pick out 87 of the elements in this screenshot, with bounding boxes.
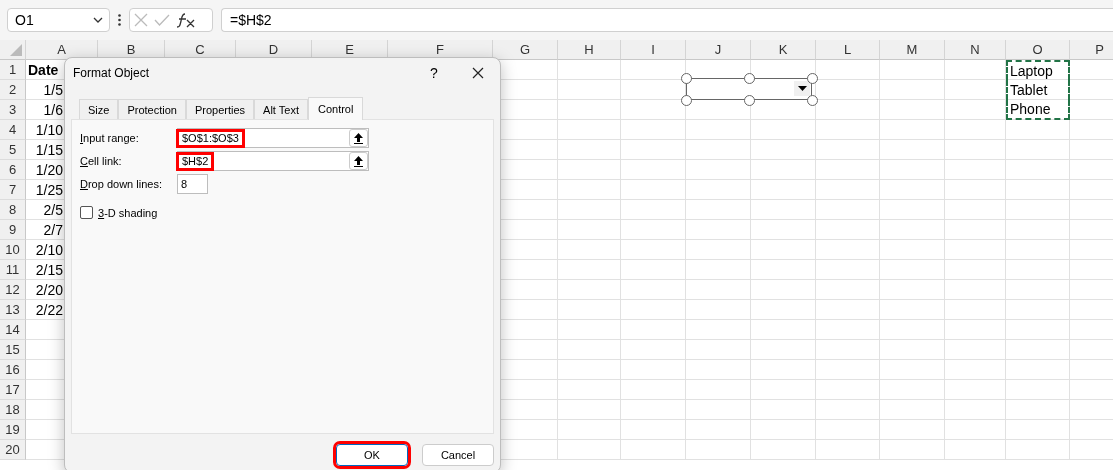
resize-handle[interactable] xyxy=(681,95,692,106)
tab[interactable]: Control xyxy=(307,97,364,120)
field-label: Cell link: xyxy=(80,155,123,167)
check-icon[interactable] xyxy=(154,14,170,26)
row-header[interactable]: 19 xyxy=(0,420,26,440)
row-header[interactable]: 9 xyxy=(0,220,26,240)
column-header[interactable]: K xyxy=(751,40,816,60)
caret-icon xyxy=(797,86,807,91)
field-label: Input range: xyxy=(80,132,140,144)
formula-bar[interactable]: =$H$2 xyxy=(221,8,1113,32)
cell-text: 2/20 xyxy=(35,282,63,298)
sheet-cell[interactable]: Tablet xyxy=(1006,80,1070,100)
row-header[interactable]: 18 xyxy=(0,400,26,420)
corner-triangle-icon xyxy=(10,44,22,56)
row-header[interactable]: 2 xyxy=(0,80,26,100)
row-header[interactable]: 16 xyxy=(0,360,26,380)
column-header[interactable]: O xyxy=(1006,40,1070,60)
row-header[interactable]: 13 xyxy=(0,300,26,320)
cell-text: 2/7 xyxy=(43,222,63,238)
row-header[interactable]: 7 xyxy=(0,180,26,200)
column-header[interactable]: P xyxy=(1070,40,1113,60)
upload-icon xyxy=(354,155,363,167)
row-header[interactable]: 10 xyxy=(0,240,26,260)
column-header[interactable]: M xyxy=(880,40,945,60)
resize-handle[interactable] xyxy=(681,73,692,84)
resize-handle[interactable] xyxy=(744,73,755,84)
column-header[interactable]: H xyxy=(558,40,621,60)
chevron-down-icon xyxy=(93,17,103,23)
row-header[interactable]: 17 xyxy=(0,380,26,400)
checkbox[interactable] xyxy=(80,206,93,219)
column-header[interactable]: E xyxy=(312,40,388,60)
cell-text: 2/15 xyxy=(35,262,63,278)
upload-icon xyxy=(354,132,363,144)
row-header[interactable]: 4 xyxy=(0,120,26,140)
row-header[interactable]: 1 xyxy=(0,60,26,80)
tab[interactable]: Size xyxy=(79,99,119,119)
column-header[interactable]: A xyxy=(26,40,98,60)
column-header[interactable]: L xyxy=(816,40,880,60)
column-header[interactable]: I xyxy=(621,40,686,60)
help-button[interactable]: ? xyxy=(412,58,456,88)
tab[interactable]: Properties xyxy=(185,99,255,119)
collapse-button[interactable] xyxy=(349,152,368,170)
cell-text: 1/25 xyxy=(35,182,63,198)
ok-button[interactable]: OK xyxy=(336,444,408,466)
field-label: Drop down lines: xyxy=(80,178,163,190)
tab[interactable]: Protection xyxy=(118,99,186,119)
collapse-button[interactable] xyxy=(349,129,368,147)
sheet-cell[interactable]: Laptop xyxy=(1006,60,1070,80)
more-icon[interactable] xyxy=(118,14,121,26)
resize-handle[interactable] xyxy=(807,73,818,84)
cell-text: 1/10 xyxy=(35,122,63,138)
resize-handle[interactable] xyxy=(807,95,818,106)
column-header[interactable]: N xyxy=(945,40,1006,60)
range-field[interactable]: $O$1:$O$3 xyxy=(177,128,369,148)
cell-text: 1/5 xyxy=(43,82,63,98)
column-header[interactable]: B xyxy=(98,40,165,60)
cell-text: 2/22 xyxy=(35,302,63,318)
sheet-cell[interactable]: Phone xyxy=(1006,100,1070,120)
row-header[interactable]: 14 xyxy=(0,320,26,340)
range-field[interactable]: $H$2 xyxy=(177,151,369,171)
column-header[interactable]: F xyxy=(388,40,493,60)
cell-text: Date xyxy=(28,62,59,78)
column-header[interactable]: J xyxy=(686,40,751,60)
row-header[interactable]: 5 xyxy=(0,140,26,160)
row-header[interactable]: 20 xyxy=(0,440,26,460)
checkbox-label[interactable]: 3-D shading xyxy=(80,206,485,219)
dialog-title: Format Object xyxy=(73,66,151,80)
row-header[interactable]: 11 xyxy=(0,260,26,280)
column-header[interactable]: C xyxy=(165,40,236,60)
number-field[interactable]: 8 xyxy=(177,174,208,194)
cell-text: 1/15 xyxy=(35,142,63,158)
close-icon xyxy=(472,67,484,79)
cell-text: 2/10 xyxy=(35,242,63,258)
row-header[interactable]: 12 xyxy=(0,280,26,300)
resize-handle[interactable] xyxy=(744,95,755,106)
tab[interactable]: Alt Text xyxy=(254,99,308,119)
cell-text: 2/5 xyxy=(43,202,63,218)
cell-text: 1/6 xyxy=(43,102,63,118)
row-header[interactable]: 8 xyxy=(0,200,26,220)
column-header[interactable]: D xyxy=(236,40,312,60)
cancel-button[interactable]: Cancel xyxy=(422,444,494,466)
row-header[interactable]: 15 xyxy=(0,340,26,360)
row-header[interactable]: 3 xyxy=(0,100,26,120)
cell-text: 1/20 xyxy=(35,162,63,178)
row-header[interactable]: 6 xyxy=(0,160,26,180)
column-header[interactable]: G xyxy=(493,40,558,60)
name-box[interactable]: O1 xyxy=(7,8,110,32)
